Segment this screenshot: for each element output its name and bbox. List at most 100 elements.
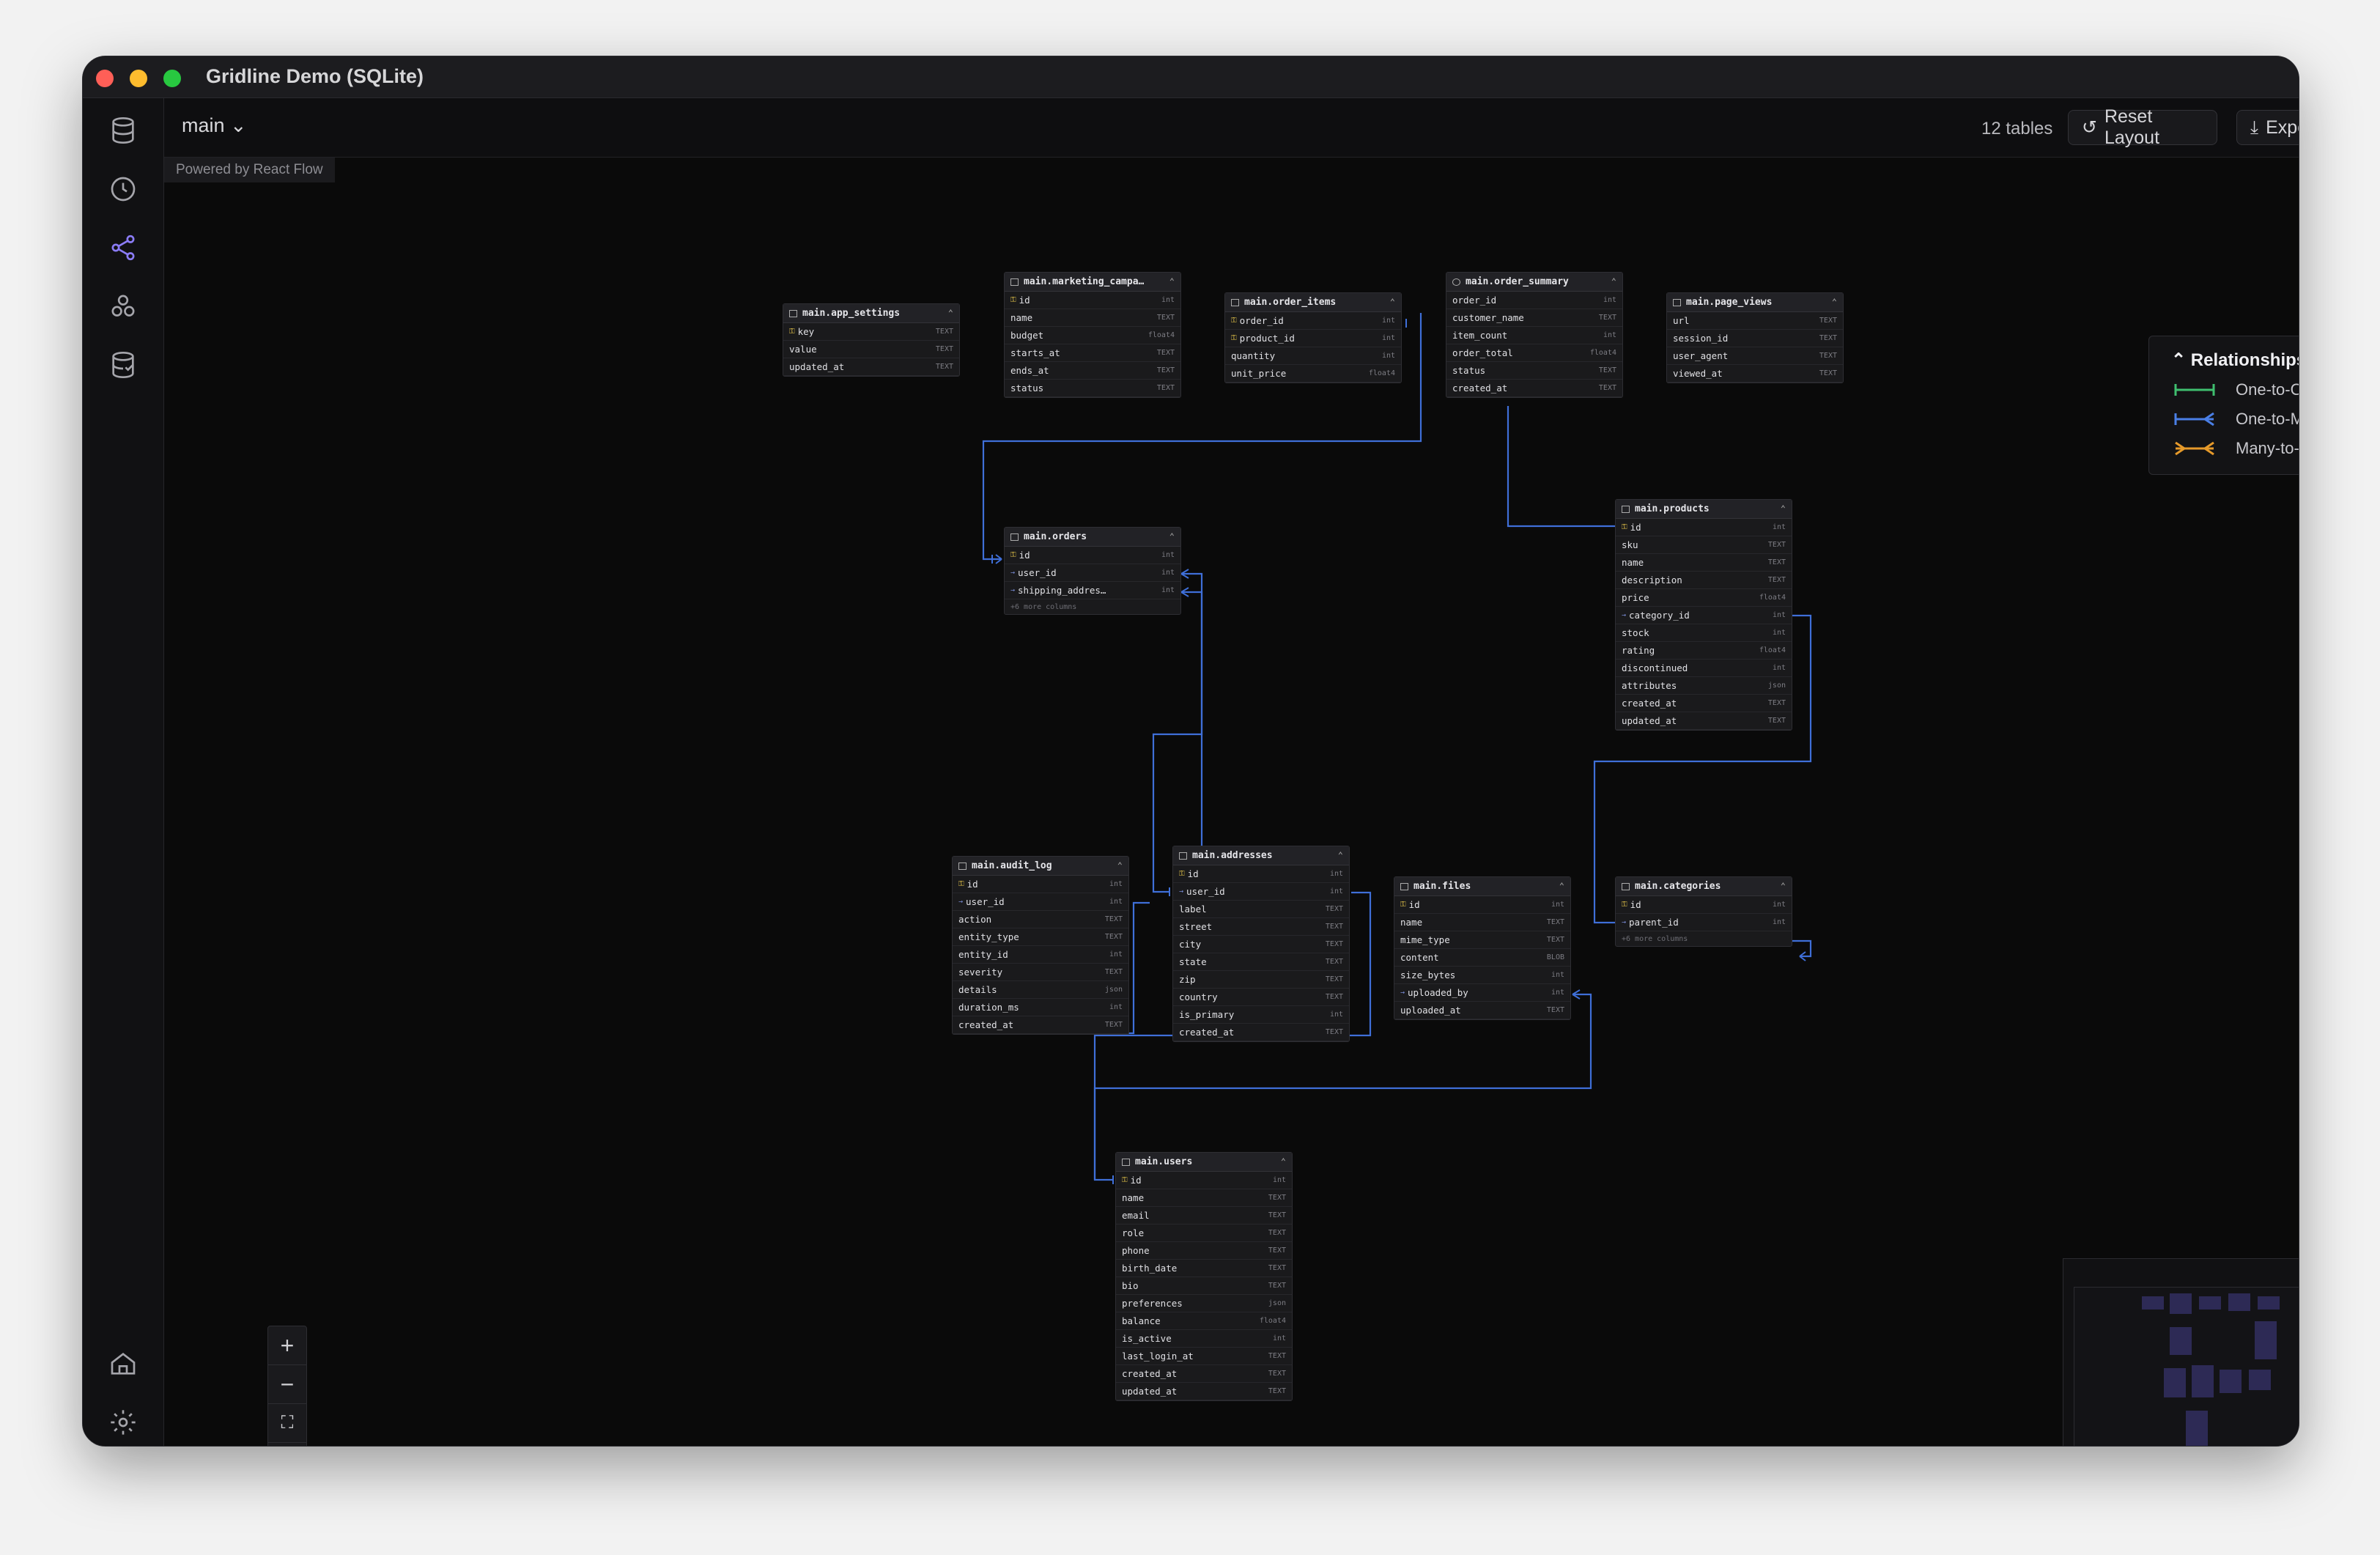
column-row[interactable]: ⚿ id int [1005,292,1180,309]
table-header[interactable]: main.app_settings ⌃ [783,304,959,323]
column-row[interactable]: → uploaded_by int [1394,984,1570,1002]
column-row[interactable]: is_active int [1116,1330,1292,1348]
column-row[interactable]: label TEXT [1173,901,1349,918]
table-header[interactable]: main.order_items ⌃ [1225,293,1401,312]
column-row[interactable]: last_login_at TEXT [1116,1348,1292,1365]
column-row[interactable]: name TEXT [1005,309,1180,327]
settings-gear-icon[interactable] [108,1408,138,1437]
table-header[interactable]: main.marketing_campa… ⌃ [1005,273,1180,292]
lock-icon[interactable]: 🔒︎ [268,1443,306,1446]
table-card-page-views[interactable]: main.page_views ⌃ url TEXT session_id TEXT use… [1666,292,1844,383]
column-row[interactable]: created_at TEXT [1173,1024,1349,1041]
column-row[interactable]: budget float4 [1005,327,1180,344]
history-icon[interactable] [108,174,138,204]
table-card-users[interactable]: main.users ⌃ ⚿ id int name TEXT email TEXT role TE… [1115,1152,1293,1401]
column-row[interactable]: balance float4 [1116,1312,1292,1330]
export-button[interactable]: ⤓Export⌄ [2236,110,2299,145]
collapse-chevron-icon[interactable]: ⌃ [948,308,953,318]
column-row[interactable]: name TEXT [1116,1189,1292,1207]
database-icon[interactable] [108,116,138,145]
column-row[interactable]: birth_date TEXT [1116,1260,1292,1277]
table-card-products[interactable]: main.products ⌃ ⚿ id int sku TEXT name TEXT descr… [1615,499,1792,731]
column-row[interactable]: content BLOB [1394,949,1570,967]
zoom-out-button[interactable]: − [268,1365,306,1404]
collapse-chevron-icon[interactable]: ⌃ [1281,1156,1286,1167]
more-columns-link[interactable]: +6 more columns [1005,599,1180,614]
column-row[interactable]: city TEXT [1173,936,1349,953]
table-header[interactable]: main.audit_log ⌃ [953,857,1128,876]
column-row[interactable]: value TEXT [783,341,959,358]
minimize-window-button[interactable] [130,70,147,87]
table-header[interactable]: main.orders ⌃ [1005,528,1180,547]
column-row[interactable]: ⚿ id int [1005,547,1180,564]
table-header[interactable]: main.products ⌃ [1616,500,1792,519]
schema-graph-icon[interactable] [108,233,138,262]
column-row[interactable]: details json [953,981,1128,999]
zoom-window-button[interactable] [163,70,181,87]
column-row[interactable]: order_id int [1446,292,1622,309]
column-row[interactable]: ⚿ id int [953,876,1128,893]
table-header[interactable]: main.addresses ⌃ [1173,846,1349,865]
more-columns-link[interactable]: +6 more columns [1616,931,1792,946]
collapse-chevron-icon[interactable]: ⌃ [1169,276,1175,287]
column-row[interactable]: ends_at TEXT [1005,362,1180,380]
column-row[interactable]: → shipping_addres… int [1005,582,1180,599]
column-row[interactable]: → user_id int [1005,564,1180,582]
boxes-icon[interactable] [108,292,138,321]
fit-view-button[interactable]: ⛶ [268,1404,306,1443]
column-row[interactable]: url TEXT [1667,312,1843,330]
table-header[interactable]: main.order_summary ⌃ [1446,273,1622,292]
column-row[interactable]: ⚿ id int [1394,896,1570,914]
table-header[interactable]: main.page_views ⌃ [1667,293,1843,312]
column-row[interactable]: uploaded_at TEXT [1394,1002,1570,1019]
column-row[interactable]: is_primary int [1173,1006,1349,1024]
column-row[interactable]: updated_at TEXT [783,358,959,376]
collapse-chevron-icon[interactable]: ⌃ [1117,860,1123,871]
edge-orders-users[interactable] [1152,572,1203,893]
reset-layout-button[interactable]: ↺ Reset Layout [2068,106,2217,148]
table-card-addresses[interactable]: main.addresses ⌃ ⚿ id int → user_id int label TEX… [1172,846,1350,1042]
collapse-chevron-icon[interactable]: ⌃ [1169,531,1175,542]
column-row[interactable]: sku TEXT [1616,536,1792,554]
zoom-in-button[interactable]: + [268,1326,306,1365]
collapse-chevron-icon[interactable]: ⌃ [1559,881,1564,891]
table-card-app-settings[interactable]: main.app_settings ⌃ ⚿ key TEXT value TEXT updat… [783,303,960,377]
column-row[interactable]: status TEXT [1446,362,1622,380]
column-row[interactable]: entity_type TEXT [953,928,1128,946]
column-row[interactable]: status TEXT [1005,380,1180,397]
column-row[interactable]: ⚿ key TEXT [783,323,959,341]
column-row[interactable]: → category_id int [1616,607,1792,624]
column-row[interactable]: user_agent TEXT [1667,347,1843,365]
column-row[interactable]: ⚿ order_id int [1225,312,1401,330]
table-header[interactable]: main.categories ⌃ [1616,877,1792,896]
column-row[interactable]: discontinued int [1616,660,1792,677]
column-row[interactable]: quantity int [1225,347,1401,365]
legend-title[interactable]: ⌃ Relationships [2171,350,2299,371]
column-row[interactable]: → parent_id int [1616,914,1792,931]
column-row[interactable]: rating float4 [1616,642,1792,660]
column-row[interactable]: ⚿ id int [1616,896,1792,914]
table-card-audit-log[interactable]: main.audit_log ⌃ ⚿ id int → user_id int action TE… [952,856,1129,1035]
table-header[interactable]: main.users ⌃ [1116,1153,1292,1172]
diagram-canvas[interactable]: Powered by React Flow main.app_settings … [164,158,2299,1446]
column-row[interactable]: ⚿ id int [1616,519,1792,536]
column-row[interactable]: stock int [1616,624,1792,642]
column-row[interactable]: created_at TEXT [1116,1365,1292,1383]
column-row[interactable]: created_at TEXT [953,1016,1128,1034]
column-row[interactable]: customer_name TEXT [1446,309,1622,327]
column-row[interactable]: created_at TEXT [1616,695,1792,712]
table-card-files[interactable]: main.files ⌃ ⚿ id int name TEXT mime_type TEXT co… [1394,876,1571,1020]
home-icon[interactable] [108,1349,138,1378]
collapse-chevron-icon[interactable]: ⌃ [1781,881,1786,891]
column-row[interactable]: phone TEXT [1116,1242,1292,1260]
collapse-chevron-icon[interactable]: ⌃ [1390,297,1395,307]
column-row[interactable]: price float4 [1616,589,1792,607]
database-restore-icon[interactable] [108,350,138,380]
table-card-order-items[interactable]: main.order_items ⌃ ⚿ order_id int ⚿ product_id… [1224,292,1402,383]
column-row[interactable]: description TEXT [1616,572,1792,589]
column-row[interactable]: → user_id int [1173,883,1349,901]
column-row[interactable]: updated_at TEXT [1116,1383,1292,1400]
column-row[interactable]: street TEXT [1173,918,1349,936]
column-row[interactable]: updated_at TEXT [1616,712,1792,730]
collapse-chevron-icon[interactable]: ⌃ [1781,503,1786,514]
